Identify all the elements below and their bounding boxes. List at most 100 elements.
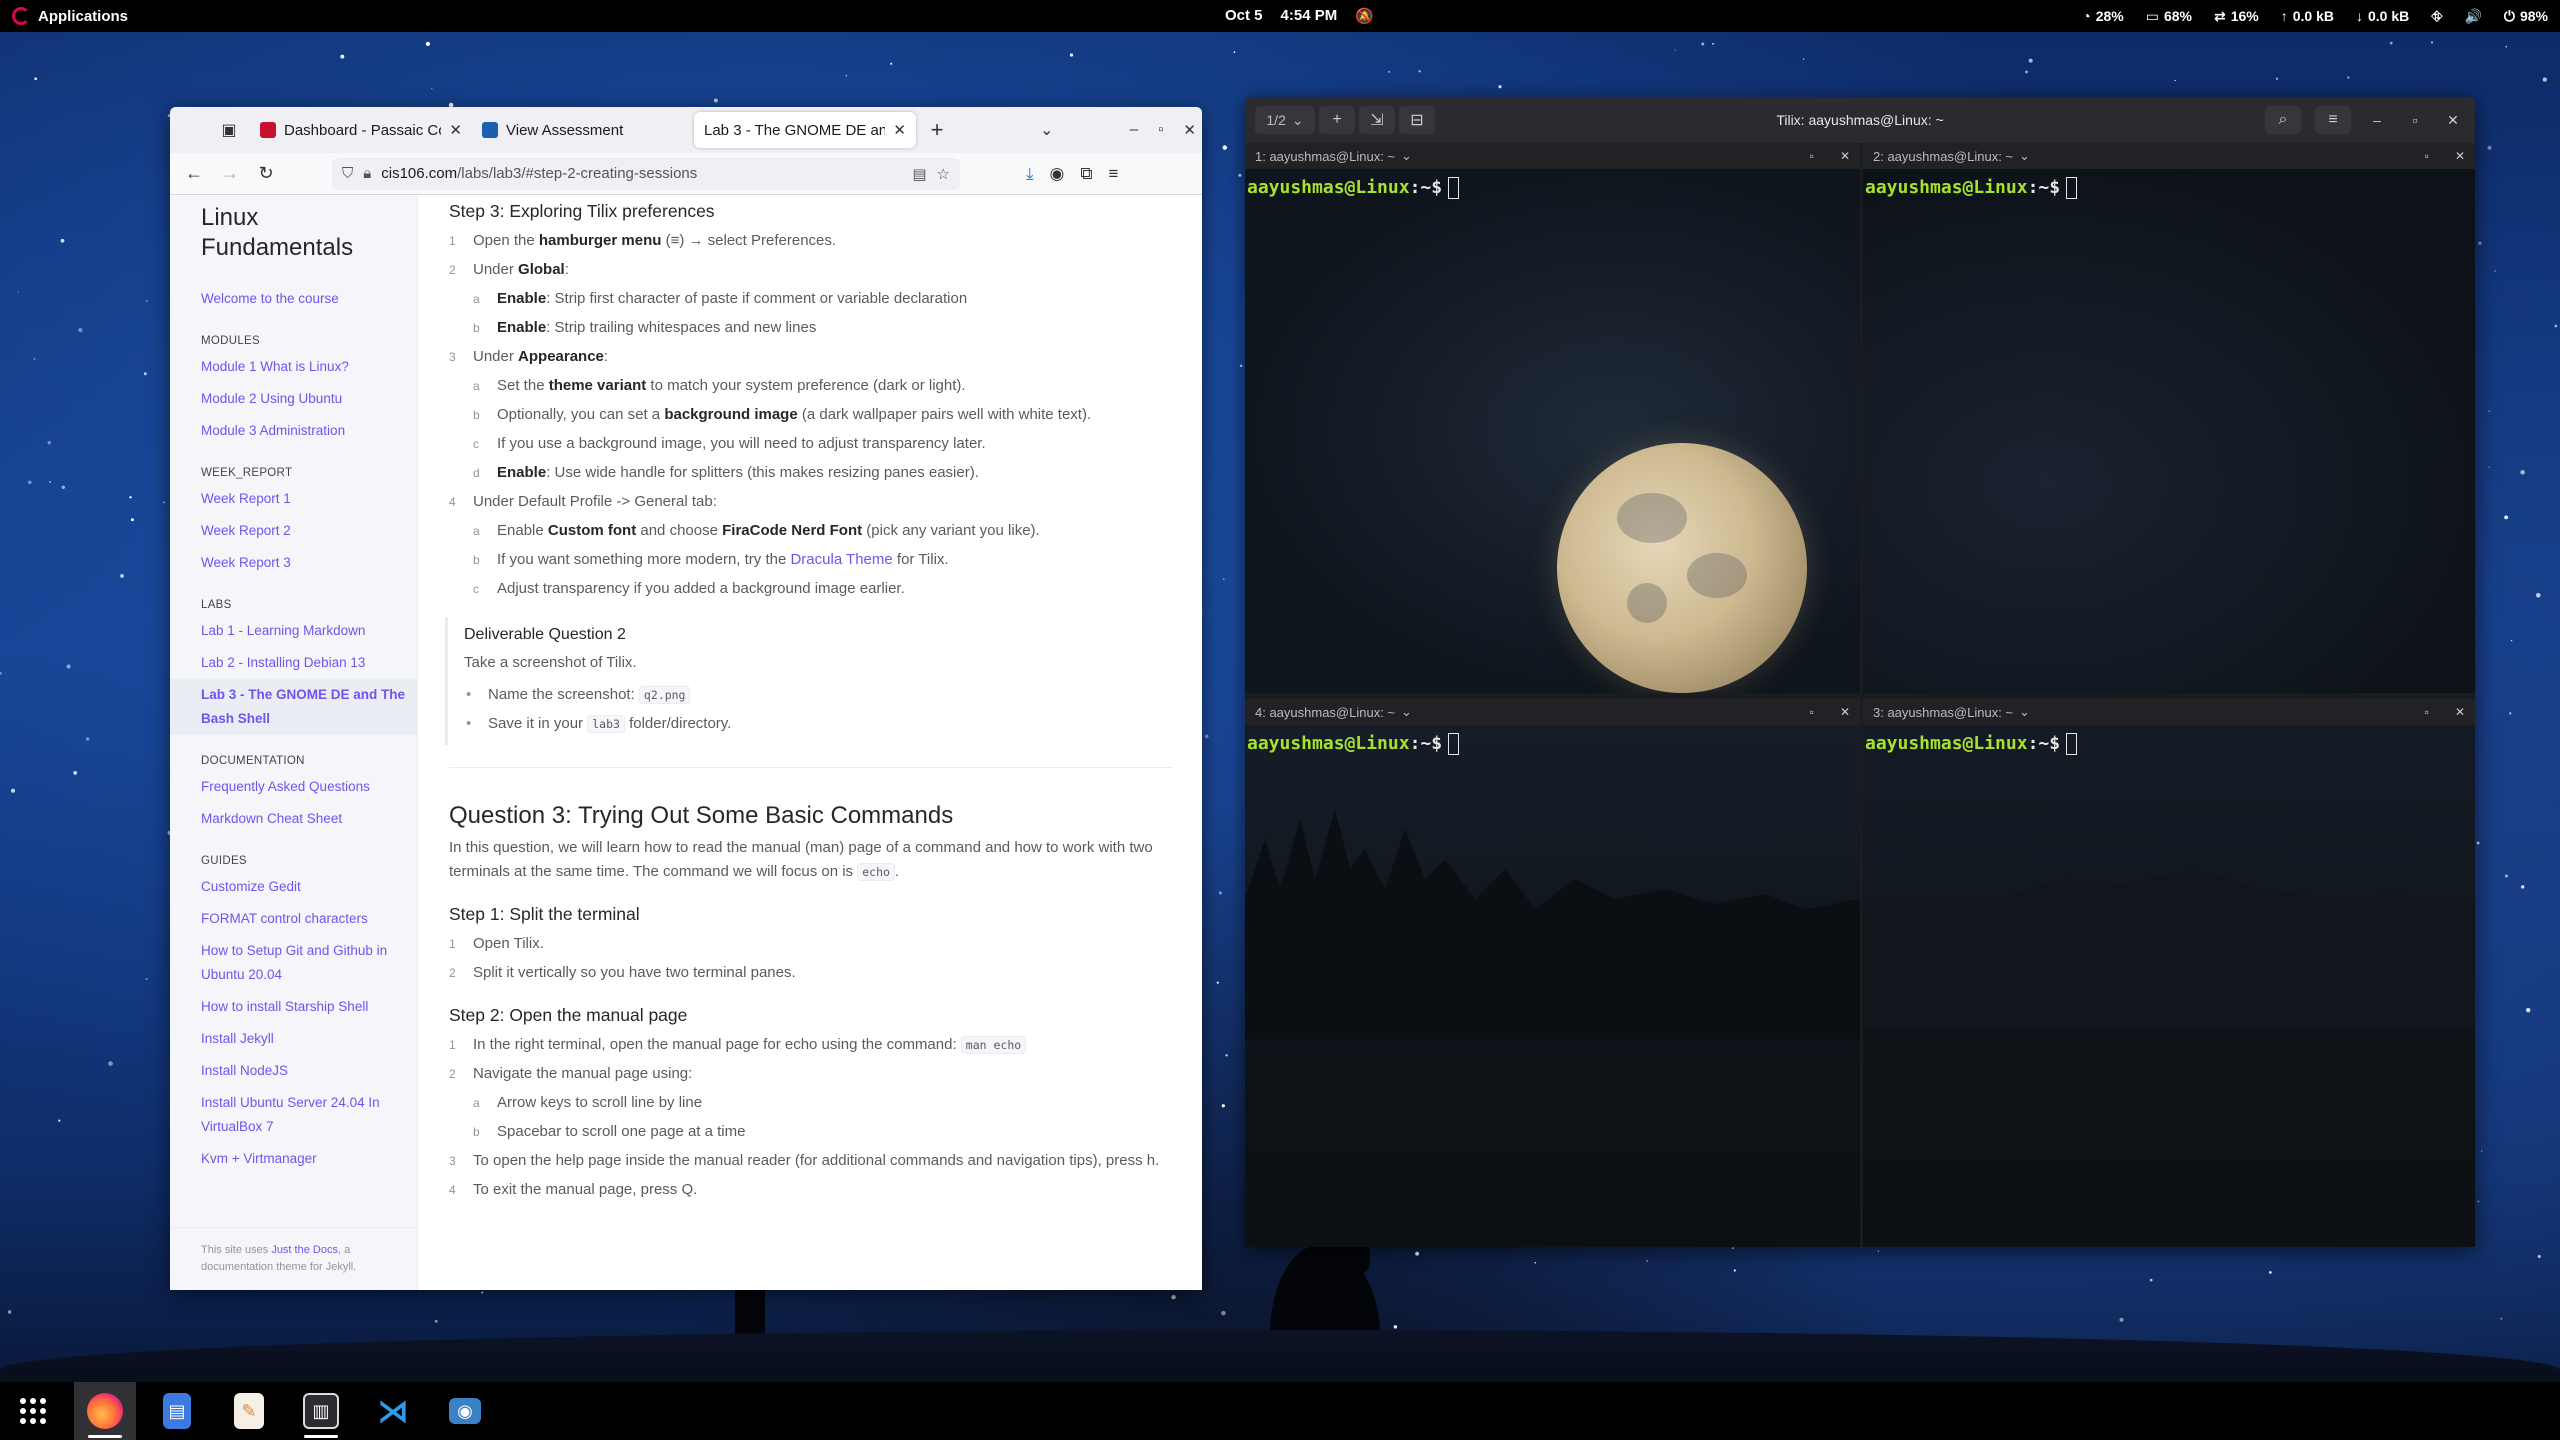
sidebar-item-week-report-3[interactable]: Week Report 3: [170, 547, 417, 579]
sidebar-icon[interactable]: ⊟: [1399, 106, 1435, 134]
sidebar-item-module-2[interactable]: Module 2 Using Ubuntu: [170, 383, 417, 415]
tab-overview-icon[interactable]: ▣: [214, 115, 244, 145]
session-switcher[interactable]: 1/2 ⌄: [1255, 106, 1315, 134]
pane-titlebar[interactable]: 2: aayushmas@Linux: ~ ⌄ ▫ ✕: [1863, 143, 2475, 169]
star: [890, 62, 893, 65]
site-title[interactable]: Linux Fundamentals: [170, 195, 390, 263]
tab-lab3[interactable]: Lab 3 - The GNOME DE and The Bash Shell …: [694, 112, 916, 148]
minimize-icon[interactable]: –: [2365, 112, 2389, 128]
sidebar-item-jekyll[interactable]: Install Jekyll: [170, 1023, 417, 1055]
star: [1238, 173, 1242, 177]
applications-label: Applications: [38, 7, 129, 25]
sidebar-item-starship[interactable]: How to install Starship Shell: [170, 991, 417, 1023]
clock[interactable]: Oct 5 4:54 PM 🔕: [1225, 7, 1374, 25]
sidebar-item-lab-1[interactable]: Lab 1 - Learning Markdown: [170, 615, 417, 647]
tab-view-assessment[interactable]: View Assessment: [472, 112, 694, 148]
dracula-theme-link[interactable]: Dracula Theme: [790, 551, 892, 568]
url-bar[interactable]: ⛉ 🔒︎ cis106.com/labs/lab3/#step-2-creati…: [332, 157, 960, 190]
close-window-icon[interactable]: ✕: [2441, 112, 2465, 129]
account-icon[interactable]: ◉: [1050, 164, 1065, 184]
close-pane-icon[interactable]: ✕: [2455, 149, 2465, 163]
sidebar-item-ubuntu-server[interactable]: Install Ubuntu Server 24.04 In VirtualBo…: [170, 1087, 417, 1143]
sidebar-item-customize-gedit[interactable]: Customize Gedit: [170, 871, 417, 903]
top-panel: Applications Oct 5 4:54 PM 🔕 ◔ 28% ▭ 68% ⇄…: [0, 0, 2560, 32]
back-icon[interactable]: ←: [176, 163, 212, 184]
maximize-icon[interactable]: ▫: [2403, 112, 2427, 128]
dock-tilix[interactable]: ▥: [290, 1382, 352, 1440]
tilix-headerbar: 1/2 ⌄ + ⇲ ⊟ Tilix: aayushmas@Linux: ~ ⌕ ≡…: [1245, 97, 2475, 143]
sidebar-item-week-report-2[interactable]: Week Report 2: [170, 515, 417, 547]
star: [1069, 53, 1074, 57]
close-tab-icon[interactable]: ✕: [449, 121, 462, 139]
applications-menu[interactable]: Applications: [12, 7, 128, 25]
dock-firefox[interactable]: [74, 1382, 136, 1440]
maximize-pane-icon[interactable]: ▫: [2425, 705, 2429, 719]
dock-vscode[interactable]: ⋊: [362, 1382, 424, 1440]
dock-screenshot[interactable]: ◉: [434, 1382, 496, 1440]
dock-files[interactable]: ▤: [146, 1382, 208, 1440]
just-the-docs-link[interactable]: Just the Docs: [271, 1244, 338, 1256]
sidebar-item-lab-2[interactable]: Lab 2 - Installing Debian 13: [170, 647, 417, 679]
downloads-icon[interactable]: ⤓: [1026, 164, 1034, 184]
system-tray[interactable]: ◔ 28% ▭ 68% ⇄ 16% ↑ 0.0 kB ↓ 0.0 kB ⛗ 🔊 ⏻ 98%: [2082, 8, 2548, 25]
search-icon[interactable]: ⌕: [2265, 106, 2301, 134]
sidebar-item-lab-3[interactable]: Lab 3 - The GNOME DE and The Bash Shell: [170, 679, 417, 735]
add-terminal-icon[interactable]: +: [1319, 106, 1355, 134]
maximize-pane-icon[interactable]: ▫: [2425, 149, 2429, 163]
hamburger-menu-icon[interactable]: ≡: [2315, 106, 2351, 134]
extensions-icon[interactable]: ⧉: [1080, 164, 1092, 184]
sidebar-item-faq[interactable]: Frequently Asked Questions: [170, 771, 417, 803]
sidebar-item-module-1[interactable]: Module 1 What is Linux?: [170, 351, 417, 383]
forward-icon[interactable]: →: [212, 163, 248, 184]
tab-dashboard[interactable]: Dashboard - Passaic County ✕: [250, 112, 472, 148]
sidebar-item-markdown-cheat-sheet[interactable]: Markdown Cheat Sheet: [170, 803, 417, 835]
star: [33, 358, 36, 360]
close-pane-icon[interactable]: ✕: [1840, 705, 1850, 719]
terminal-pane-2[interactable]: 2: aayushmas@Linux: ~ ⌄ ▫ ✕ aayushmas@Linu…: [1863, 143, 2475, 693]
sidebar-item-week-report-1[interactable]: Week Report 1: [170, 483, 417, 515]
terminal-pane-3[interactable]: 3: aayushmas@Linux: ~ ⌄ ▫ ✕ aayushmas@Linu…: [1863, 699, 2475, 1247]
text-editor-icon: ✎: [234, 1393, 264, 1429]
pane-titlebar[interactable]: 1: aayushmas@Linux: ~ ⌄ ▫ ✕: [1245, 143, 1860, 169]
star: [1733, 1269, 1736, 1272]
minimize-icon[interactable]: –: [1130, 121, 1138, 139]
close-window-icon[interactable]: ✕: [1183, 121, 1196, 139]
new-tab-button[interactable]: +: [922, 117, 952, 143]
list-item: 3 Under Appearance: a Set the theme varian…: [449, 345, 1172, 485]
star: [61, 485, 65, 489]
close-tab-icon[interactable]: ✕: [893, 121, 906, 139]
sidebar-item-kvm[interactable]: Kvm + Virtmanager: [170, 1143, 417, 1175]
maximize-pane-icon[interactable]: ▫: [1810, 149, 1814, 163]
sidebar-item-nodejs[interactable]: Install NodeJS: [170, 1055, 417, 1087]
swap-icon: ⇄: [2213, 7, 2226, 24]
terminal-pane-4[interactable]: 4: aayushmas@Linux: ~ ⌄ ▫ ✕ aayushmas@Linu…: [1245, 699, 1860, 1247]
bookmark-star-icon[interactable]: ☆: [937, 165, 950, 183]
reader-view-icon[interactable]: ▤: [912, 165, 926, 183]
terminal-pane-1[interactable]: 1: aayushmas@Linux: ~ ⌄ ▫ ✕ aayushmas@Linu…: [1245, 143, 1860, 693]
close-pane-icon[interactable]: ✕: [1840, 149, 1850, 163]
menu-icon[interactable]: ≡: [1109, 164, 1119, 184]
sidebar-item-welcome[interactable]: Welcome to the course: [170, 283, 417, 315]
volume-icon[interactable]: 🔊: [2464, 8, 2481, 25]
pane-titlebar[interactable]: 3: aayushmas@Linux: ~ ⌄ ▫ ✕: [1863, 699, 2475, 725]
sidebar-item-git-github[interactable]: How to Setup Git and Github in Ubuntu 20…: [170, 935, 417, 991]
reload-icon[interactable]: ↻: [248, 163, 284, 184]
sidebar-item-module-3[interactable]: Module 3 Administration: [170, 415, 417, 447]
close-pane-icon[interactable]: ✕: [2455, 705, 2465, 719]
battery-indicator[interactable]: ⏻ 98%: [2504, 8, 2548, 25]
maximize-icon[interactable]: ▫: [1158, 121, 1163, 139]
maximize-pane-icon[interactable]: ▫: [1810, 705, 1814, 719]
tracking-protection-icon[interactable]: ⛉: [342, 165, 353, 182]
list-all-tabs-icon[interactable]: ⌄: [1040, 120, 1053, 140]
dock-text-editor[interactable]: ✎: [218, 1382, 280, 1440]
network-icon[interactable]: ⛗: [2431, 8, 2442, 25]
lock-icon[interactable]: 🔒︎: [363, 165, 371, 182]
star: [1171, 1295, 1176, 1300]
app-grid-button[interactable]: [2, 1382, 64, 1440]
star: [1646, 1260, 1648, 1262]
url-host: cis106.com: [381, 165, 458, 182]
pane-titlebar[interactable]: 4: aayushmas@Linux: ~ ⌄ ▫ ✕: [1245, 699, 1860, 725]
upload-icon: ↑: [2280, 8, 2288, 24]
sidebar-item-format-control[interactable]: FORMAT control characters: [170, 903, 417, 935]
split-icon[interactable]: ⇲: [1359, 106, 1395, 134]
